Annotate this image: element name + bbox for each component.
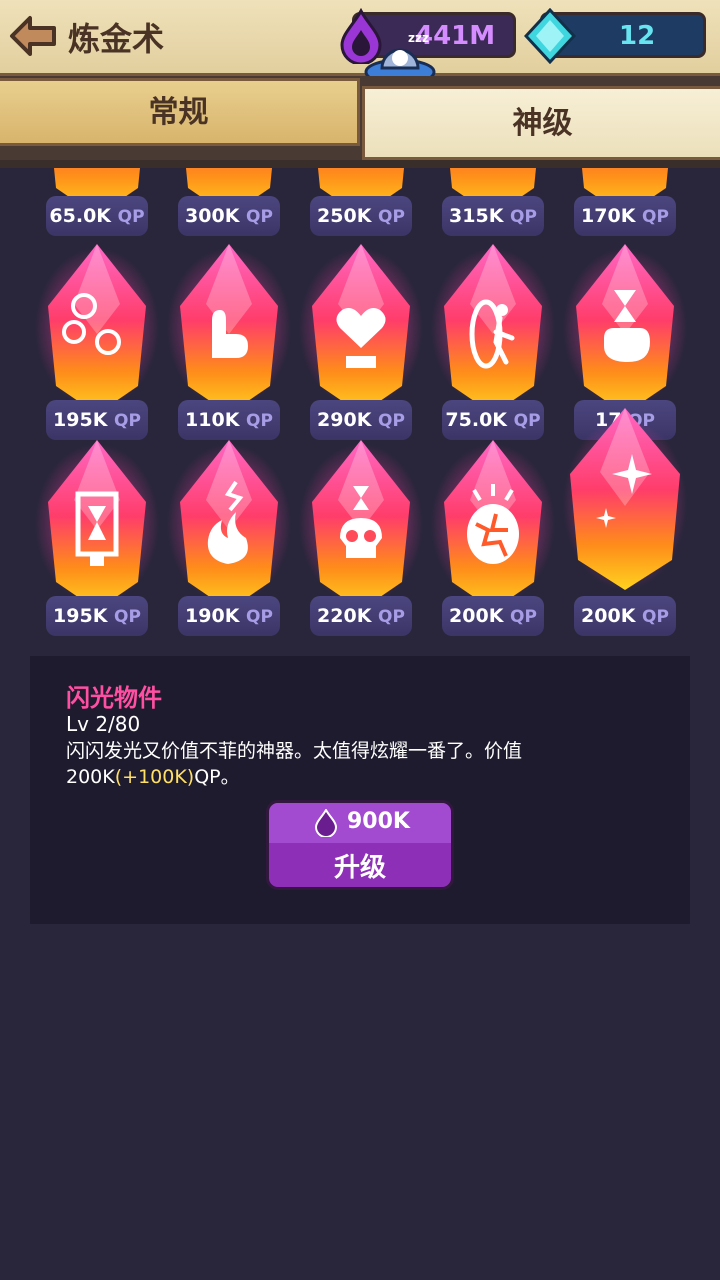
- artifact-name: 闪光物件: [66, 684, 162, 712]
- artifact-cell[interactable]: 200K QP: [430, 434, 556, 636]
- qp-unit: QP: [642, 207, 669, 227]
- page-title: 炼金术: [68, 20, 165, 58]
- price-value: 170K: [581, 205, 636, 227]
- qp-unit: QP: [378, 207, 405, 227]
- tab-bar: 常规 神级: [0, 76, 720, 168]
- price-tag: 195K QP: [46, 596, 148, 636]
- price-tag: 200K QP: [442, 596, 544, 636]
- qp-unit: QP: [246, 207, 273, 227]
- price-value: 200K: [449, 605, 504, 627]
- price-tag: 170K QP: [574, 196, 676, 236]
- artifact-cell[interactable]: 315K QP: [430, 168, 556, 236]
- upgrade-cost: 900K: [347, 809, 410, 834]
- price-value: 195K: [53, 605, 108, 627]
- price-tag: 250K QP: [310, 196, 412, 236]
- price-value: 190K: [185, 605, 240, 627]
- qp-unit: QP: [513, 411, 541, 431]
- sparkle-icon: [563, 408, 687, 590]
- artifact-cell[interactable]: 190K QP: [166, 434, 292, 636]
- svg-text:zzz: zzz: [408, 31, 429, 45]
- tab-divider: [0, 160, 720, 168]
- artifact-level: Lv 2/80: [66, 712, 141, 736]
- price-tag: 315K QP: [442, 196, 544, 236]
- artifact-cell[interactable]: 290K QP: [298, 238, 424, 440]
- elixir-drop-icon: [315, 809, 337, 837]
- artifact-cell[interactable]: 250K QP: [298, 168, 424, 236]
- artifact-cell[interactable]: 17 QP: [562, 238, 688, 440]
- price-value: 75.0K: [445, 409, 508, 431]
- price-value: 65.0K: [49, 205, 112, 227]
- qp-unit: QP: [642, 607, 669, 627]
- qp-unit: QP: [246, 411, 273, 431]
- upgrade-label: 升级: [333, 853, 386, 883]
- upgrade-button[interactable]: 900K 升级: [266, 800, 454, 890]
- price-tag: 220K QP: [310, 596, 412, 636]
- gem-value: 12: [619, 21, 656, 51]
- qp-unit: QP: [510, 607, 537, 627]
- description-end: QP。: [194, 766, 240, 788]
- gem-icon: [524, 8, 576, 64]
- price-tag: 190K QP: [178, 596, 280, 636]
- artifact-cell[interactable]: 170K QP: [562, 168, 688, 236]
- qp-unit: QP: [114, 411, 141, 431]
- artifact-description: 闪闪发光又价值不菲的神器。太值得炫耀一番了。价值200K(+100K)QP。: [66, 738, 676, 790]
- artifact-info-panel: 闪光物件 Lv 2/80 闪闪发光又价值不菲的神器。太值得炫耀一番了。价值200…: [30, 656, 690, 924]
- artifact-cell[interactable]: 220K QP: [298, 434, 424, 636]
- artifact-cell[interactable]: 195K QP: [34, 238, 160, 440]
- price-value: 315K: [449, 205, 504, 227]
- artifact-cell[interactable]: 300K QP: [166, 168, 292, 236]
- price-value: 290K: [317, 409, 372, 431]
- price-value: 200K: [581, 605, 636, 627]
- artifact-cell[interactable]: 65.0K QP: [34, 168, 160, 236]
- top-bar: 炼金术 441M 12 zzz: [0, 0, 720, 86]
- qp-unit: QP: [510, 207, 537, 227]
- qp-unit: QP: [114, 607, 141, 627]
- artifact-grid: 65.0K QP 300K QP 250K QP 315K QP 170K QP: [0, 168, 720, 648]
- price-value: 110K: [185, 409, 240, 431]
- tab-normal[interactable]: 常规: [0, 78, 360, 146]
- price-value: 195K: [53, 409, 108, 431]
- back-button[interactable]: [8, 14, 58, 58]
- tab-divine[interactable]: 神级: [362, 86, 720, 160]
- price-tag: 300K QP: [178, 196, 280, 236]
- back-arrow-icon: [10, 16, 56, 56]
- artifact-cell[interactable]: 195K QP: [34, 434, 160, 636]
- qp-unit: QP: [378, 411, 405, 431]
- price-value: 250K: [317, 205, 372, 227]
- price-value: 300K: [185, 205, 240, 227]
- qp-unit: QP: [378, 607, 405, 627]
- artifact-cell[interactable]: 75.0K QP: [430, 238, 556, 440]
- artifact-cell-selected[interactable]: 200K QP: [562, 408, 688, 636]
- bonus-value: (+100K): [114, 766, 195, 788]
- price-value: 220K: [317, 605, 372, 627]
- price-tag: 200K QP: [574, 596, 676, 636]
- price-tag: 65.0K QP: [46, 196, 148, 236]
- qp-unit: QP: [117, 207, 145, 227]
- artifact-cell[interactable]: 110K QP: [166, 238, 292, 440]
- qp-unit: QP: [246, 607, 273, 627]
